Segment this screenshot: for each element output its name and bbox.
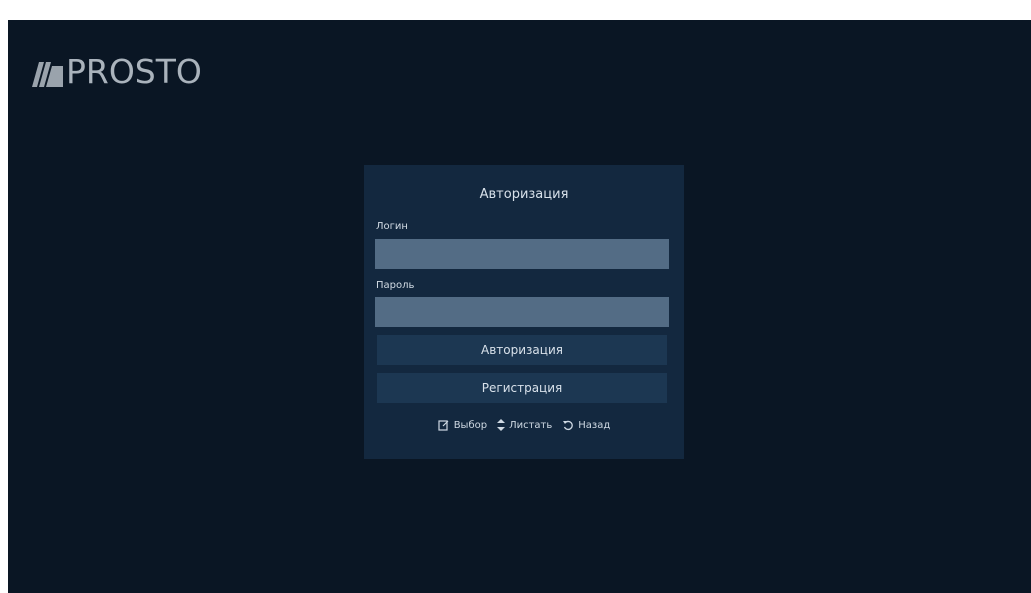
login-input[interactable] bbox=[375, 239, 669, 269]
auth-panel: Авторизация Логин Пароль Авторизация Рег… bbox=[364, 165, 684, 459]
up-down-icon bbox=[497, 419, 506, 431]
hint-scroll-label: Листать bbox=[509, 419, 553, 431]
hint-select: Выбор bbox=[438, 419, 487, 431]
remote-hints: Выбор Листать Назад bbox=[364, 419, 684, 431]
panel-title: Авторизация bbox=[479, 187, 569, 202]
select-icon bbox=[438, 420, 449, 431]
password-label: Пароль bbox=[376, 280, 415, 291]
hint-select-label: Выбор bbox=[453, 419, 488, 431]
authorize-button[interactable]: Авторизация bbox=[377, 335, 667, 365]
hint-back: Назад bbox=[562, 419, 610, 431]
login-label: Логин bbox=[376, 221, 408, 232]
tv-screen: PROSTO Авторизация Логин Пароль Авториза… bbox=[8, 20, 1031, 593]
password-input[interactable] bbox=[375, 297, 669, 327]
back-icon bbox=[563, 420, 574, 431]
hint-scroll: Листать bbox=[497, 419, 552, 431]
logo: PROSTO bbox=[30, 50, 202, 94]
logo-text: PROSTO bbox=[66, 52, 202, 91]
logo-mark-icon bbox=[32, 62, 63, 87]
hint-back-label: Назад bbox=[578, 419, 611, 431]
register-button[interactable]: Регистрация bbox=[377, 373, 667, 403]
